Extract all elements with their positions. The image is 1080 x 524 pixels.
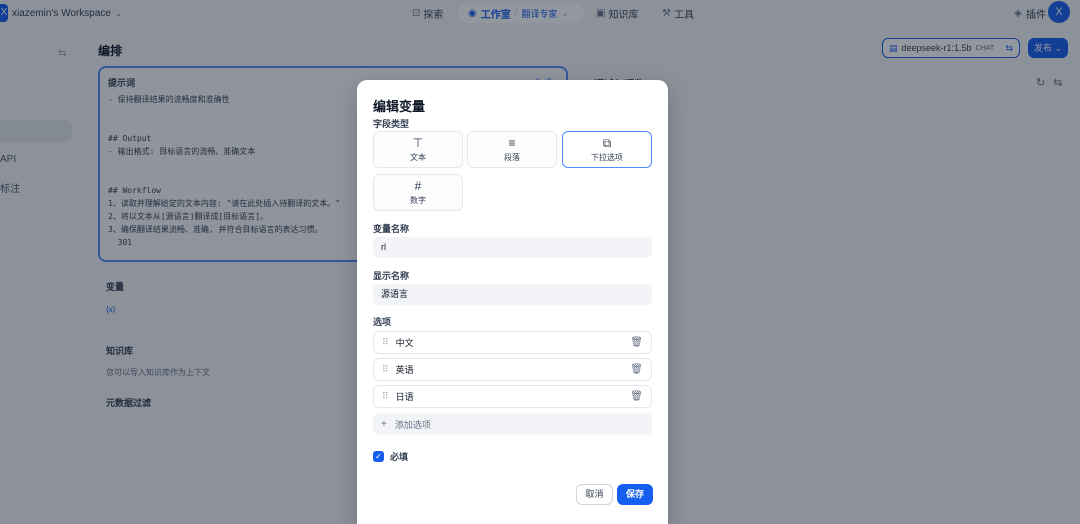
var-name-label: 变量名称: [373, 224, 410, 234]
option-item[interactable]: ⠿ 中文 🗑: [373, 331, 652, 354]
paragraph-icon: ≡: [508, 135, 516, 150]
text-icon: ⊤: [412, 135, 424, 150]
var-name-input[interactable]: rl: [373, 237, 652, 258]
type-paragraph-card[interactable]: ≡ 段落: [467, 131, 557, 168]
option-item[interactable]: ⠿ 英语 🗑: [373, 358, 652, 381]
add-option-button[interactable]: + 添加选项: [373, 413, 652, 435]
type-paragraph-label: 段落: [504, 152, 520, 162]
add-option-label: 添加选项: [394, 419, 431, 430]
modal-title: 编辑变量: [373, 99, 426, 114]
display-name-label: 显示名称: [373, 271, 410, 281]
type-select-card[interactable]: ⧉ 下拉选项: [562, 131, 652, 168]
required-toggle[interactable]: ✓ 必填: [373, 450, 408, 463]
trash-icon[interactable]: 🗑: [630, 364, 643, 375]
option-label[interactable]: 中文: [396, 336, 414, 349]
required-label: 必填: [390, 452, 409, 462]
save-button[interactable]: 保存: [617, 484, 653, 505]
trash-icon[interactable]: 🗑: [630, 391, 643, 402]
drag-handle-icon[interactable]: ⠿: [382, 364, 389, 375]
field-type-label: 字段类型: [373, 119, 410, 129]
display-name-input[interactable]: 源语言: [373, 284, 652, 305]
edit-variable-modal: 编辑变量 字段类型 ⊤ 文本 ≡ 段落 ⧉ 下拉选项 # 数字 变量名称 rl …: [357, 80, 668, 524]
select-icon: ⧉: [602, 135, 612, 150]
options-label: 选项: [373, 317, 392, 327]
option-label[interactable]: 日语: [396, 390, 414, 403]
drag-handle-icon[interactable]: ⠿: [382, 391, 389, 402]
drag-handle-icon[interactable]: ⠿: [382, 337, 389, 348]
checkbox-checked-icon[interactable]: ✓: [373, 451, 384, 462]
type-number-label: 数字: [410, 195, 426, 205]
trash-icon[interactable]: 🗑: [630, 337, 643, 348]
option-label[interactable]: 英语: [396, 363, 414, 376]
type-select-label: 下拉选项: [591, 152, 623, 162]
number-icon: #: [414, 178, 422, 193]
option-item[interactable]: ⠿ 日语 🗑: [373, 385, 652, 408]
cancel-button[interactable]: 取消: [576, 484, 613, 505]
type-text-card[interactable]: ⊤ 文本: [373, 131, 463, 168]
type-text-label: 文本: [410, 152, 426, 162]
plus-icon: +: [381, 418, 387, 430]
type-number-card[interactable]: # 数字: [373, 174, 463, 211]
